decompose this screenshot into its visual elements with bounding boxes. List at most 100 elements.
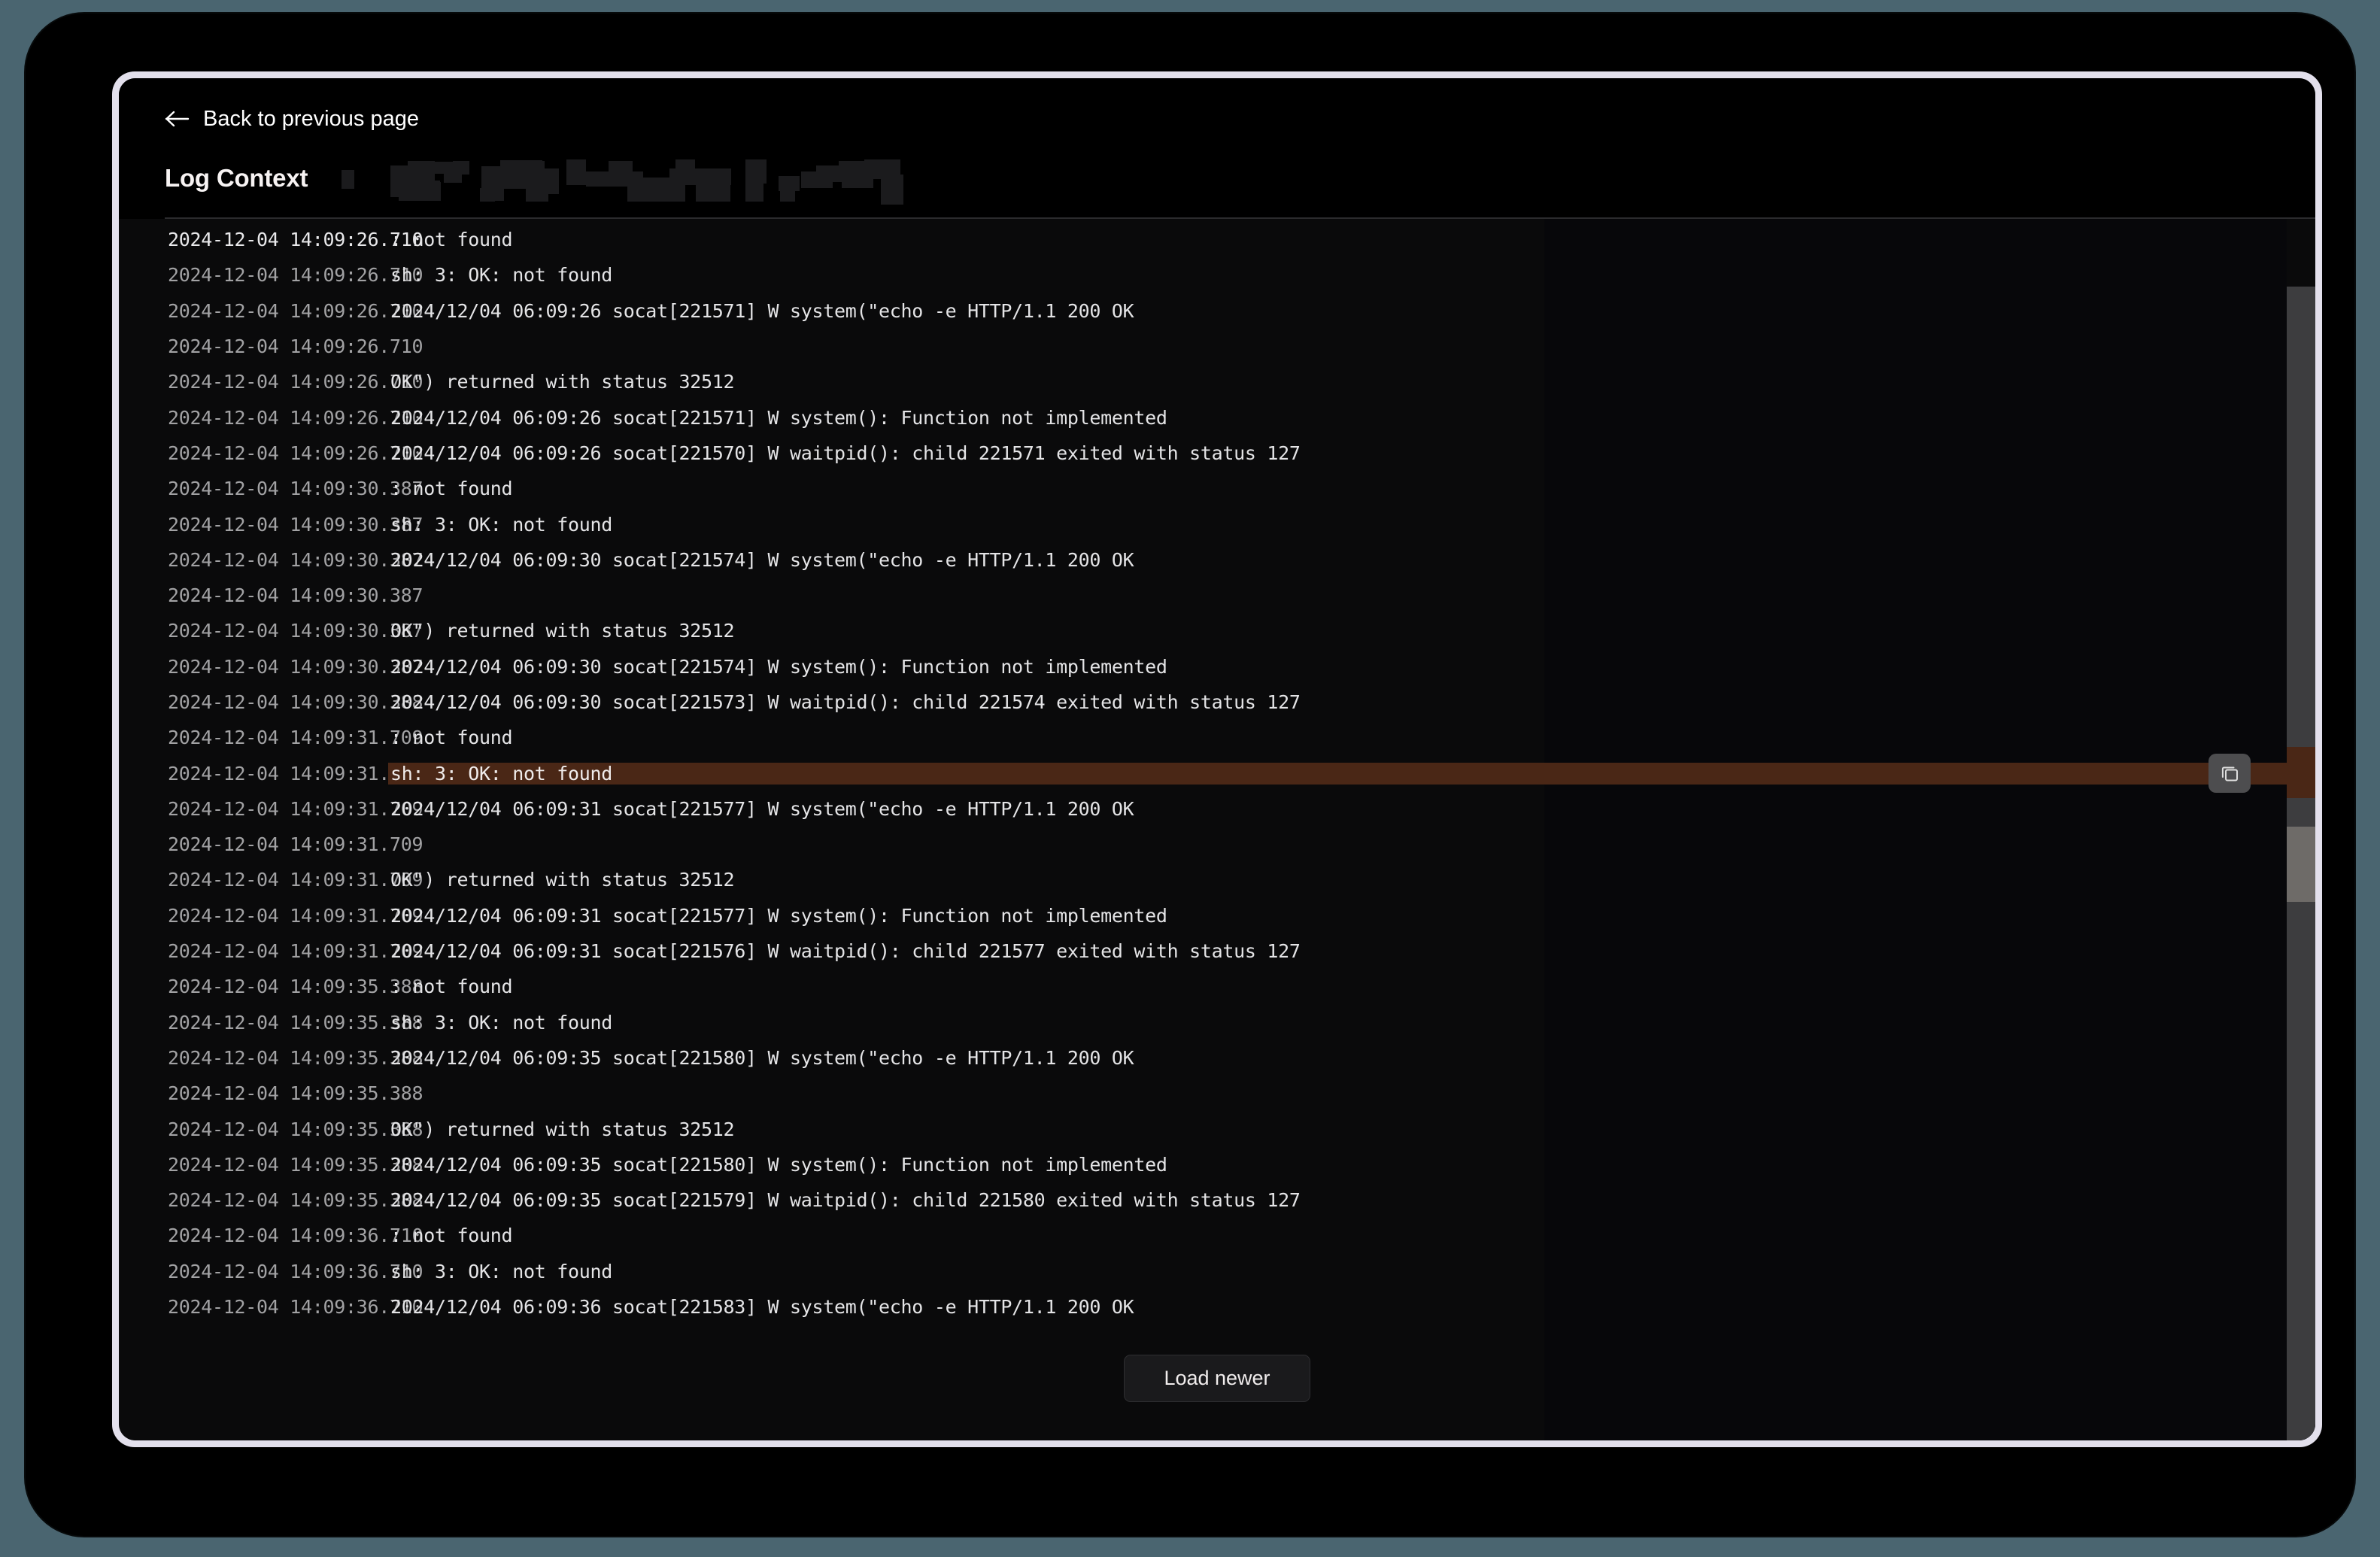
log-row[interactable]: 2024-12-04 14:09:31.709: not found xyxy=(119,720,2315,755)
log-scrollbar[interactable] xyxy=(2287,219,2315,1440)
log-row[interactable]: 2024-12-04 14:09:26.710: not found xyxy=(119,222,2315,257)
log-context-viewport[interactable]: 2024-12-04 14:09:26.710: not found 2024-1… xyxy=(119,219,2315,1440)
title-row: Log Context xyxy=(165,155,2315,205)
log-timestamp: 2024-12-04 14:09:31.709 xyxy=(168,940,423,963)
redaction-block xyxy=(881,159,901,176)
log-row[interactable]: 2024-12-04 14:09:30.387 OK") returned wit… xyxy=(119,613,2315,648)
back-to-previous-page-link[interactable]: Back to previous page xyxy=(165,108,419,130)
log-timestamp: 2024-12-04 14:09:35.388 xyxy=(168,1046,423,1069)
log-timestamp: 2024-12-04 14:09:30.387 xyxy=(168,620,423,642)
log-row[interactable]: 2024-12-04 14:09:31.709 2024/12/04 06:09:… xyxy=(119,791,2315,827)
log-timestamp: 2024-12-04 14:09:35.388 xyxy=(168,1118,423,1140)
log-message: 2024/12/04 06:09:30 socat[221574] W syst… xyxy=(390,655,1167,678)
log-timestamp: 2024-12-04 14:09:26.710 xyxy=(168,264,423,287)
log-row[interactable]: 2024-12-04 14:09:26.710 2024/12/04 06:09:… xyxy=(119,436,2315,471)
log-row[interactable]: 2024-12-04 14:09:26.710 sh: 3: OK: not fo… xyxy=(119,257,2315,293)
log-row[interactable]: 2024-12-04 14:09:30.387 2024/12/04 06:09:… xyxy=(119,542,2315,578)
log-timestamp: 2024-12-04 14:09:30.387 xyxy=(168,513,423,536)
log-message: OK") returned with status 32512 xyxy=(390,869,735,891)
log-timestamp: 2024-12-04 14:09:26.710 xyxy=(168,299,423,322)
log-row[interactable]: 2024-12-04 14:09:26.710 2024/12/04 06:09:… xyxy=(119,399,2315,435)
log-message: sh: 3: OK: not found xyxy=(390,1260,613,1282)
log-timestamp: 2024-12-04 14:09:35.388 xyxy=(168,1153,423,1176)
log-message: : not found xyxy=(390,727,513,749)
log-row[interactable]: 2024-12-04 14:09:35.388 2024/12/04 06:09:… xyxy=(119,1182,2315,1218)
log-row[interactable]: 2024-12-04 14:09:35.388 2024/12/04 06:09:… xyxy=(119,1147,2315,1182)
load-newer-button[interactable]: Load newer xyxy=(1124,1355,1310,1402)
scrollbar-highlight-marker xyxy=(2287,746,2315,798)
scrollbar-viewport-indicator[interactable] xyxy=(2287,827,2315,903)
log-message: sh: 3: OK: not found xyxy=(390,264,613,287)
log-row[interactable]: 2024-12-04 14:09:35.388 OK") returned wit… xyxy=(119,1111,2315,1146)
redaction-block xyxy=(627,178,667,202)
log-row[interactable]: 2024-12-04 14:09:35.388 sh: 3: OK: not fo… xyxy=(119,1005,2315,1040)
redaction-block xyxy=(542,168,560,194)
log-message: 2024/12/04 06:09:30 socat[221573] W wait… xyxy=(390,691,1301,713)
log-message: 2024/12/04 06:09:36 socat[221583] W syst… xyxy=(390,1296,1134,1319)
log-row[interactable]: 2024-12-04 14:09:36.710 sh: 3: OK: not fo… xyxy=(119,1254,2315,1289)
log-timestamp: 2024-12-04 14:09:36.710 xyxy=(168,1260,423,1282)
log-row[interactable]: 2024-12-04 14:09:30.387 2024/12/04 06:09:… xyxy=(119,649,2315,684)
log-row[interactable]: 2024-12-04 14:09:30.387 xyxy=(119,578,2315,613)
log-row[interactable]: 2024-12-04 14:09:30.387: not found xyxy=(119,471,2315,506)
log-row[interactable]: 2024-12-04 14:09:31.709 sh: 3: OK: not fo… xyxy=(119,755,2315,791)
log-timestamp: 2024-12-04 14:09:30.387 xyxy=(168,478,423,500)
log-timestamp: 2024-12-04 14:09:36.710 xyxy=(168,1225,423,1247)
redacted-title-suffix xyxy=(327,155,914,205)
redaction-block xyxy=(408,161,436,184)
log-message: 2024/12/04 06:09:31 socat[221577] W syst… xyxy=(390,797,1134,820)
log-message: OK") returned with status 32512 xyxy=(390,371,735,393)
log-timestamp: 2024-12-04 14:09:35.388 xyxy=(168,976,423,998)
log-timestamp: 2024-12-04 14:09:31.709 xyxy=(168,904,423,927)
modal-outline: Back to previous page Log Context 2024-1… xyxy=(112,71,2322,1447)
log-row[interactable]: 2024-12-04 14:09:31.709 2024/12/04 06:09:… xyxy=(119,898,2315,933)
log-message: OK") returned with status 32512 xyxy=(390,1118,735,1140)
log-timestamp: 2024-12-04 14:09:36.710 xyxy=(168,1296,423,1319)
log-row[interactable]: 2024-12-04 14:09:26.710 xyxy=(119,329,2315,364)
log-message: : not found xyxy=(390,976,513,998)
log-message: sh: 3: OK: not found xyxy=(390,1011,613,1033)
redaction-block xyxy=(342,170,355,189)
log-message: : not found xyxy=(390,478,513,500)
log-row[interactable]: 2024-12-04 14:09:36.710: not found xyxy=(119,1218,2315,1253)
log-row[interactable]: 2024-12-04 14:09:26.710 OK") returned wit… xyxy=(119,364,2315,399)
redaction-block xyxy=(881,175,904,205)
redaction-block xyxy=(745,182,764,202)
log-row[interactable]: 2024-12-04 14:09:30.387 sh: 3: OK: not fo… xyxy=(119,506,2315,542)
log-message: 2024/12/04 06:09:35 socat[221579] W wait… xyxy=(390,1189,1301,1212)
log-row[interactable]: 2024-12-04 14:09:36.710 2024/12/04 06:09:… xyxy=(119,1289,2315,1325)
log-row[interactable]: 2024-12-04 14:09:31.709 OK") returned wit… xyxy=(119,862,2315,897)
copy-icon xyxy=(2218,762,2241,785)
log-message: 2024/12/04 06:09:35 socat[221580] W syst… xyxy=(390,1046,1134,1069)
redaction-block xyxy=(480,188,496,202)
log-timestamp: 2024-12-04 14:09:35.388 xyxy=(168,1082,423,1105)
log-timestamp: 2024-12-04 14:09:30.388 xyxy=(168,691,423,713)
log-timestamp: 2024-12-04 14:09:31.709 xyxy=(168,869,423,891)
log-message: : not found xyxy=(390,1225,513,1247)
log-timestamp: 2024-12-04 14:09:26.710 xyxy=(168,406,423,429)
log-message: 2024/12/04 06:09:30 socat[221574] W syst… xyxy=(390,548,1134,571)
modal-header: Back to previous page Log Context xyxy=(119,78,2315,219)
page-title: Log Context xyxy=(165,164,308,192)
log-message: sh: 3: OK: not found xyxy=(390,513,613,536)
log-row[interactable]: 2024-12-04 14:09:26.710 2024/12/04 06:09:… xyxy=(119,293,2315,329)
log-row[interactable]: 2024-12-04 14:09:35.388 xyxy=(119,1076,2315,1111)
log-row[interactable]: 2024-12-04 14:09:30.388 2024/12/04 06:09:… xyxy=(119,684,2315,720)
log-timestamp: 2024-12-04 14:09:30.387 xyxy=(168,584,423,607)
log-message: sh: 3: OK: not found xyxy=(388,762,2315,785)
log-message: OK") returned with status 32512 xyxy=(390,620,735,642)
log-message: 2024/12/04 06:09:26 socat[221570] W wait… xyxy=(390,442,1301,464)
log-row[interactable]: 2024-12-04 14:09:31.709 2024/12/04 06:09:… xyxy=(119,933,2315,969)
log-timestamp: 2024-12-04 14:09:26.710 xyxy=(168,442,423,464)
redaction-block xyxy=(399,182,442,201)
log-message: 2024/12/04 06:09:26 socat[221571] W syst… xyxy=(390,299,1134,322)
log-message: 2024/12/04 06:09:31 socat[221577] W syst… xyxy=(390,904,1167,927)
log-timestamp: 2024-12-04 14:09:35.388 xyxy=(168,1189,423,1212)
log-timestamp: 2024-12-04 14:09:31.709 xyxy=(168,797,423,820)
log-row[interactable]: 2024-12-04 14:09:31.709 xyxy=(119,827,2315,862)
back-link-label: Back to previous page xyxy=(203,106,419,131)
log-row[interactable]: 2024-12-04 14:09:35.388: not found xyxy=(119,969,2315,1004)
copy-log-line-button[interactable] xyxy=(2208,754,2251,794)
log-row[interactable]: 2024-12-04 14:09:35.388 2024/12/04 06:09:… xyxy=(119,1040,2315,1076)
arrow-left-icon xyxy=(165,108,190,130)
